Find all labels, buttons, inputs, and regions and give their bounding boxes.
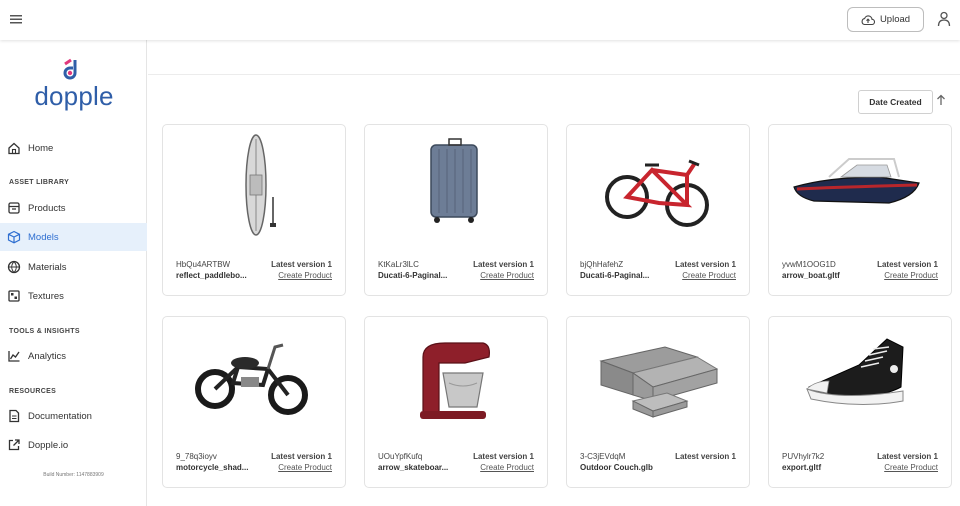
upload-button[interactable]: Upload <box>847 7 924 32</box>
sidebar: dopple Home ASSET LIBRARY Products Model… <box>0 40 147 506</box>
model-id: bjQhHafehZ <box>580 260 624 269</box>
create-product-link[interactable]: Create Product <box>884 463 938 472</box>
model-id: HbQu4ARTBW <box>176 260 231 269</box>
paddleboard-image <box>245 134 276 236</box>
model-card[interactable]: HbQu4ARTBW reflect_paddlebo... Latest ve… <box>162 124 346 296</box>
section-tools-insights: TOOLS & INSIGHTS <box>9 328 80 335</box>
sidebar-item-label: Materials <box>28 261 67 273</box>
model-filename: export.gltf <box>782 463 822 472</box>
dopple-logo-icon <box>63 58 77 80</box>
model-card[interactable]: 9_78q3ioyv motorcycle_shad... Latest ver… <box>162 316 346 488</box>
model-card[interactable]: UOuYpfKufq arrow_skateboar... Latest ver… <box>364 316 548 488</box>
model-filename: Ducati-6-Paginal... <box>580 271 650 280</box>
home-icon <box>8 142 20 155</box>
motorcycle-image <box>195 343 308 415</box>
model-id: 9_78q3ioyv <box>176 452 217 461</box>
model-id: yvwM1OOG1D <box>782 260 836 269</box>
document-icon <box>9 409 20 423</box>
model-version: Latest version 1 <box>271 260 332 269</box>
top-bar: Upload <box>0 0 960 40</box>
sidebar-item-label: Documentation <box>28 410 92 422</box>
model-thumbnail <box>365 317 547 442</box>
model-thumbnail <box>163 125 345 250</box>
model-id: UOuYpfKufq <box>378 452 423 461</box>
content-subheader <box>148 40 960 75</box>
model-version: Latest version 1 <box>675 452 736 461</box>
section-asset-library: ASSET LIBRARY <box>9 179 70 186</box>
section-resources: RESOURCES <box>9 388 57 395</box>
sidebar-item-label: Home <box>28 142 54 154</box>
create-product-link[interactable]: Create Product <box>278 271 332 280</box>
create-product-link[interactable]: Create Product <box>682 271 736 280</box>
external-link-icon <box>8 439 20 451</box>
sidebar-item-home[interactable]: Home <box>0 134 147 162</box>
create-product-link[interactable]: Create Product <box>278 463 332 472</box>
sneaker-image <box>806 338 904 406</box>
sidebar-item-textures[interactable]: Textures <box>0 282 147 310</box>
boat-image <box>793 158 920 204</box>
cloud-upload-icon <box>861 14 875 25</box>
model-id: KtKaLr3lLC <box>378 260 419 269</box>
model-filename: motorcycle_shad... <box>176 463 249 472</box>
model-filename: reflect_paddlebo... <box>176 271 247 280</box>
model-id: 3-C3jEVdqM <box>580 452 626 461</box>
model-card[interactable]: 3-C3jEVdqM Outdoor Couch.glb Latest vers… <box>566 316 750 488</box>
brand-name: dopple <box>34 81 114 111</box>
sidebar-item-documentation[interactable]: Documentation <box>0 402 147 430</box>
model-version: Latest version 1 <box>877 452 938 461</box>
couch-image <box>599 346 719 418</box>
model-filename: Outdoor Couch.glb <box>580 463 653 472</box>
model-thumbnail <box>365 125 547 250</box>
model-version: Latest version 1 <box>675 260 736 269</box>
model-filename: arrow_skateboar... <box>378 463 449 472</box>
model-version: Latest version 1 <box>271 452 332 461</box>
model-card[interactable]: PUVhylr7k2 export.gltf Latest version 1 … <box>768 316 952 488</box>
sidebar-item-dopple-io[interactable]: Dopple.io <box>0 431 147 459</box>
user-icon[interactable] <box>937 11 951 27</box>
create-product-link[interactable]: Create Product <box>480 463 534 472</box>
texture-grid-icon <box>8 290 20 302</box>
model-version: Latest version 1 <box>473 452 534 461</box>
sidebar-item-label: Textures <box>28 290 64 302</box>
create-product-link[interactable]: Create Product <box>884 271 938 280</box>
sort-dropdown[interactable]: Date Created <box>858 90 933 114</box>
sidebar-item-analytics[interactable]: Analytics <box>0 342 147 370</box>
sidebar-item-label: Products <box>28 202 66 214</box>
suitcase-image <box>430 138 478 223</box>
sidebar-item-models[interactable]: Models <box>0 223 147 251</box>
model-thumbnail <box>163 317 345 442</box>
model-filename: Ducati-6-Paginal... <box>378 271 448 280</box>
model-thumbnail <box>769 125 951 250</box>
sidebar-item-materials[interactable]: Materials <box>0 253 147 281</box>
hamburger-icon[interactable] <box>9 12 23 26</box>
analytics-icon <box>8 351 20 362</box>
model-version: Latest version 1 <box>473 260 534 269</box>
sidebar-item-products[interactable]: Products <box>0 194 147 222</box>
model-card[interactable]: KtKaLr3lLC Ducati-6-Paginal... Latest ve… <box>364 124 548 296</box>
model-thumbnail <box>769 317 951 442</box>
sidebar-item-label: Dopple.io <box>28 439 69 451</box>
bicycle-image <box>605 159 709 227</box>
model-thumbnail <box>567 317 749 442</box>
sphere-icon <box>7 260 21 274</box>
model-thumbnail <box>567 125 749 250</box>
dopple-logo[interactable]: dopple <box>33 58 115 116</box>
create-product-link[interactable]: Create Product <box>480 271 534 280</box>
model-card[interactable]: bjQhHafehZ Ducati-6-Paginal... Latest ve… <box>566 124 750 296</box>
sidebar-item-label: Analytics <box>28 350 67 362</box>
box-icon <box>8 202 20 214</box>
sidebar-item-label: Models <box>28 231 59 243</box>
upload-label: Upload <box>879 14 911 25</box>
model-id: PUVhylr7k2 <box>782 452 825 461</box>
stand-mixer-image <box>420 342 490 419</box>
cube-icon <box>7 230 21 244</box>
model-filename: arrow_boat.gltf <box>782 271 840 280</box>
build-number: Build Number: 1147883909 <box>43 472 104 478</box>
model-card[interactable]: yvwM1OOG1D arrow_boat.gltf Latest versio… <box>768 124 952 296</box>
model-version: Latest version 1 <box>877 260 938 269</box>
arrow-up-icon[interactable] <box>935 93 947 107</box>
